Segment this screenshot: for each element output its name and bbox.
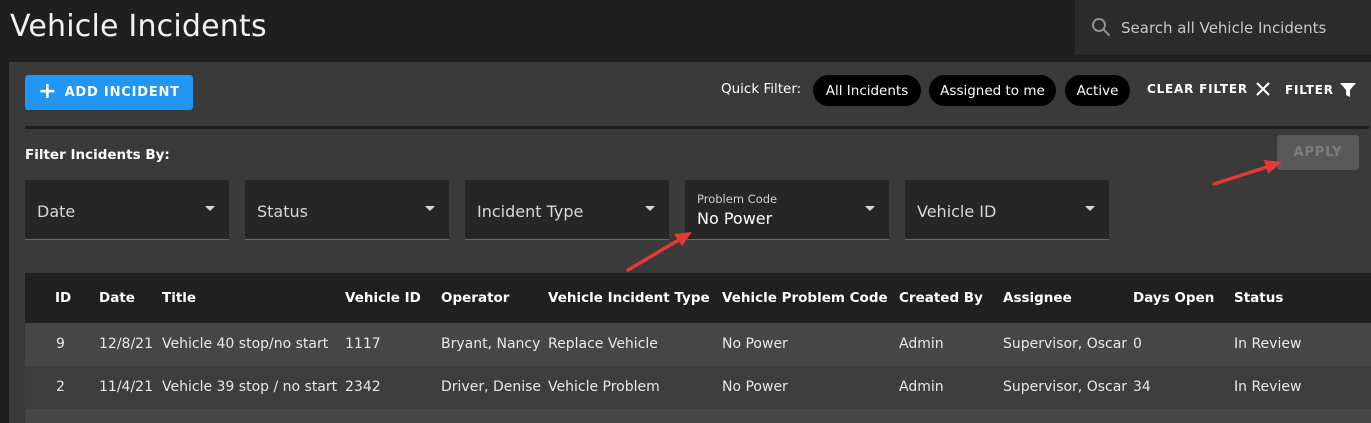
chip-assigned-to-me[interactable]: Assigned to me [929,75,1056,106]
cell-status: In Review [1234,336,1302,352]
cell-problem-code: No Power [722,379,788,395]
table-row[interactable]: 9 12/8/21 Vehicle 40 stop/no start 1117 … [25,323,1371,366]
clear-filter-button[interactable]: CLEAR FILTER [1147,82,1270,96]
cell-problem-code: No Power [722,336,788,352]
cell-created-by: Admin [899,336,944,352]
cell-vehicle-id: 1117 [345,336,381,352]
table-row [25,409,1371,423]
incident-type-dropdown-label: Incident Type [477,202,584,221]
cell-assignee: Supervisor, Oscar [1003,379,1128,395]
chip-active[interactable]: Active [1065,75,1130,106]
table-header: ID Date Title Vehicle ID Operator Vehicl… [25,273,1371,323]
main-panel: + ADD INCIDENT Quick Filter: All Inciden… [9,62,1371,423]
cell-date: 11/4/21 [99,379,153,395]
cell-created-by: Admin [899,379,944,395]
col-date[interactable]: Date [99,290,135,306]
close-icon [1256,82,1270,96]
problem-code-label: Problem Code [697,192,778,206]
plus-icon: + [38,78,57,104]
cell-title: Vehicle 39 stop / no start [162,379,338,395]
problem-code-dropdown[interactable]: Problem Code No Power [685,180,889,240]
cell-id: 2 [56,379,65,395]
cell-operator: Bryant, Nancy [441,336,541,352]
cell-days-open: 0 [1133,336,1142,352]
caret-down-icon [425,206,435,211]
col-title[interactable]: Title [162,290,196,306]
quick-filter-label: Quick Filter: [721,81,802,97]
col-problem-code[interactable]: Vehicle Problem Code [722,290,888,306]
caret-down-icon [205,206,215,211]
table-row[interactable]: 2 11/4/21 Vehicle 39 stop / no start 234… [25,366,1371,409]
cell-incident-type: Vehicle Problem [548,379,660,395]
col-vehicle-id[interactable]: Vehicle ID [345,290,421,306]
divider [25,126,1369,129]
cell-operator: Driver, Denise [441,379,542,395]
incidents-table: ID Date Title Vehicle ID Operator Vehicl… [25,273,1371,423]
col-status[interactable]: Status [1234,290,1283,306]
cell-assignee: Supervisor, Oscar [1003,336,1128,352]
col-incident-type[interactable]: Vehicle Incident Type [548,290,710,306]
caret-down-icon [645,206,655,211]
cell-title: Vehicle 40 stop/no start [162,336,329,352]
cell-date: 12/8/21 [99,336,153,352]
col-days-open[interactable]: Days Open [1133,290,1214,306]
caret-down-icon [1085,206,1095,211]
page-title: Vehicle Incidents [10,9,267,44]
status-dropdown[interactable]: Status [245,180,449,240]
chip-all-incidents[interactable]: All Incidents [813,75,921,106]
clear-filter-label: CLEAR FILTER [1147,82,1248,96]
date-dropdown-label: Date [37,202,76,221]
problem-code-value: No Power [697,209,773,228]
cell-days-open: 34 [1133,379,1151,395]
incident-type-dropdown[interactable]: Incident Type [465,180,669,240]
search-input[interactable] [1121,0,1366,55]
vehicle-id-dropdown-label: Vehicle ID [917,202,997,221]
col-operator[interactable]: Operator [441,290,509,306]
date-dropdown[interactable]: Date [25,180,229,240]
funnel-icon [1339,83,1356,97]
search-icon [1092,18,1110,36]
cell-status: In Review [1234,379,1302,395]
cell-vehicle-id: 2342 [345,379,381,395]
caret-down-icon [865,206,875,211]
col-id[interactable]: ID [55,290,71,306]
status-dropdown-label: Status [257,202,308,221]
add-incident-button[interactable]: + ADD INCIDENT [25,75,193,110]
col-assignee[interactable]: Assignee [1003,290,1072,306]
vehicle-id-dropdown[interactable]: Vehicle ID [905,180,1109,240]
apply-button[interactable]: APPLY [1277,135,1359,170]
filter-heading: Filter Incidents By: [25,147,170,163]
col-created-by[interactable]: Created By [899,290,983,306]
cell-id: 9 [56,336,65,352]
add-incident-label: ADD INCIDENT [64,85,180,100]
filter-label: FILTER [1285,83,1334,97]
app-header: Vehicle Incidents [0,0,1371,62]
filter-button[interactable]: FILTER [1285,82,1356,98]
cell-incident-type: Replace Vehicle [548,336,658,352]
search-box[interactable] [1075,0,1371,55]
